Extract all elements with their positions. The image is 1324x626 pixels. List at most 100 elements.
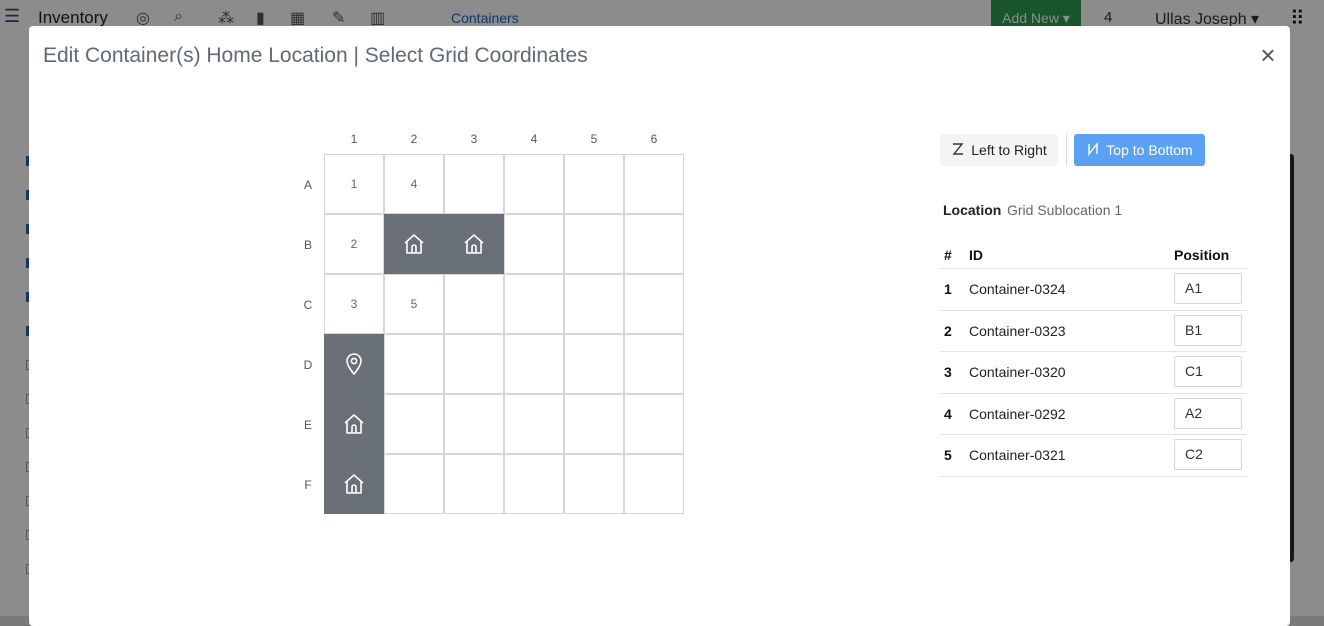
building-icon[interactable]: ▦	[290, 8, 305, 28]
home-icon	[342, 472, 366, 496]
grid-cell-order-label: 5	[410, 297, 418, 311]
app-title: Inventory	[38, 8, 108, 27]
barcode-icon[interactable]: ▥	[370, 8, 385, 28]
grid-cell-e3[interactable]	[444, 394, 504, 454]
grid-cell-d2[interactable]	[384, 334, 444, 394]
grid-cell-a4[interactable]	[504, 154, 564, 214]
grid-cell-b1[interactable]: 2	[324, 214, 384, 274]
edit-home-location-modal: Edit Container(s) Home Location | Select…	[29, 26, 1290, 626]
grid-row-header: D	[303, 358, 313, 372]
grid-row-header: F	[304, 478, 312, 492]
grid-cell-e5[interactable]	[564, 394, 624, 454]
grid-cell-f2[interactable]	[384, 454, 444, 514]
location-label: Location	[943, 202, 1002, 218]
grid-cell-order-label: 1	[350, 177, 358, 191]
home-icon	[402, 232, 426, 256]
grid-cell-c5[interactable]	[564, 274, 624, 334]
grid-row-header: E	[303, 418, 312, 432]
grid-column-header: 5	[590, 132, 598, 146]
table-row: 4 Container-0292 A2	[940, 392, 1247, 435]
position-input[interactable]: C2	[1174, 439, 1242, 470]
grid-cell-b2[interactable]	[384, 214, 444, 274]
location-icon[interactable]: ◎	[136, 8, 150, 28]
row-number: 2	[944, 322, 952, 339]
grid-cell-f6[interactable]	[624, 454, 684, 514]
grid-cell-d5[interactable]	[564, 334, 624, 394]
grid-cell-a1[interactable]: 1	[324, 154, 384, 214]
container-id: Container-0292	[969, 405, 1066, 422]
grid-cell-e4[interactable]	[504, 394, 564, 454]
form-icon[interactable]: ✎	[332, 8, 345, 28]
grid-row-header: A	[303, 178, 312, 192]
grid-cell-e6[interactable]	[624, 394, 684, 454]
search-icon[interactable]: ⌕	[174, 8, 183, 26]
position-input[interactable]: A1	[1174, 273, 1242, 304]
position-input[interactable]: C1	[1174, 356, 1242, 387]
grid-column-header: 3	[470, 132, 478, 146]
button-divider	[1066, 134, 1067, 166]
grid-cell-f5[interactable]	[564, 454, 624, 514]
grid-cell-c2[interactable]: 5	[384, 274, 444, 334]
network-icon[interactable]: ⁂	[218, 8, 234, 28]
grid-cell-b6[interactable]	[624, 214, 684, 274]
grid-cell-c1[interactable]: 3	[324, 274, 384, 334]
app-logo-icon[interactable]: ☰	[4, 6, 28, 30]
grid-cell-d4[interactable]	[504, 334, 564, 394]
container-id: Container-0321	[969, 447, 1066, 463]
close-button[interactable]: ×	[1257, 42, 1279, 68]
table-row: 3 Container-0320 C1	[940, 351, 1247, 393]
grid-cell-a3[interactable]	[444, 154, 504, 214]
container-id: Container-0320	[969, 364, 1066, 380]
notification-count[interactable]: 4	[1104, 9, 1112, 26]
table-header-position: Position	[1174, 247, 1230, 263]
left-to-right-label: Left to Right	[971, 142, 1047, 158]
grid-cell-order-label: 3	[350, 297, 358, 311]
apps-grid-icon[interactable]: ⠿	[1290, 6, 1305, 31]
modal-title: Edit Container(s) Home Location | Select…	[43, 44, 588, 67]
grid-cell-c3[interactable]	[444, 274, 504, 334]
table-row: 1 Container-0324 A1	[940, 268, 1247, 310]
top-to-bottom-icon	[1086, 141, 1100, 159]
grid-cell-a6[interactable]	[624, 154, 684, 214]
grid-cell-d1[interactable]	[324, 334, 384, 394]
left-to-right-icon	[951, 142, 965, 159]
left-to-right-button[interactable]: Left to Right	[940, 134, 1058, 166]
grid-column-header: 1	[350, 132, 358, 146]
containers-link[interactable]: Containers	[451, 10, 519, 26]
grid-cell-b5[interactable]	[564, 214, 624, 274]
grid-cell-e2[interactable]	[384, 394, 444, 454]
grid-cell-a5[interactable]	[564, 154, 624, 214]
location-pin-icon	[342, 352, 366, 376]
grid-cell-d3[interactable]	[444, 334, 504, 394]
position-input[interactable]: A2	[1174, 397, 1242, 429]
grid-column-header: 2	[410, 132, 418, 146]
position-input[interactable]: B1	[1174, 314, 1242, 346]
grid-cell-order-label: 2	[350, 237, 358, 251]
grid-cell-c6[interactable]	[624, 274, 684, 334]
grid-column-header: 4	[530, 132, 538, 146]
top-to-bottom-label: Top to Bottom	[1106, 142, 1193, 158]
grid-cell-d6[interactable]	[624, 334, 684, 394]
table-row: 2 Container-0323 B1	[940, 309, 1247, 352]
container-id: Container-0324	[969, 281, 1066, 297]
grid-row-header: B	[303, 238, 312, 252]
grid-cell-f4[interactable]	[504, 454, 564, 514]
container-icon[interactable]: ▮	[256, 8, 265, 28]
top-to-bottom-button[interactable]: Top to Bottom	[1074, 134, 1205, 166]
grid-cell-a2[interactable]: 4	[384, 154, 444, 214]
grid-cell-order-label: 4	[410, 177, 418, 191]
grid-cell-b3[interactable]	[444, 214, 504, 274]
grid-cell-f1[interactable]	[324, 454, 384, 514]
home-icon	[462, 232, 486, 256]
table-header-id: ID	[969, 247, 983, 263]
grid-cell-f3[interactable]	[444, 454, 504, 514]
grid-row-header: C	[303, 298, 313, 312]
grid-column-header: 6	[650, 132, 658, 146]
row-number: 3	[944, 364, 952, 380]
grid-cell-c4[interactable]	[504, 274, 564, 334]
grid-cell-e1[interactable]	[324, 394, 384, 454]
container-id: Container-0323	[969, 322, 1066, 339]
grid-cell-b4[interactable]	[504, 214, 564, 274]
home-icon	[342, 412, 366, 436]
row-number: 4	[944, 405, 952, 422]
